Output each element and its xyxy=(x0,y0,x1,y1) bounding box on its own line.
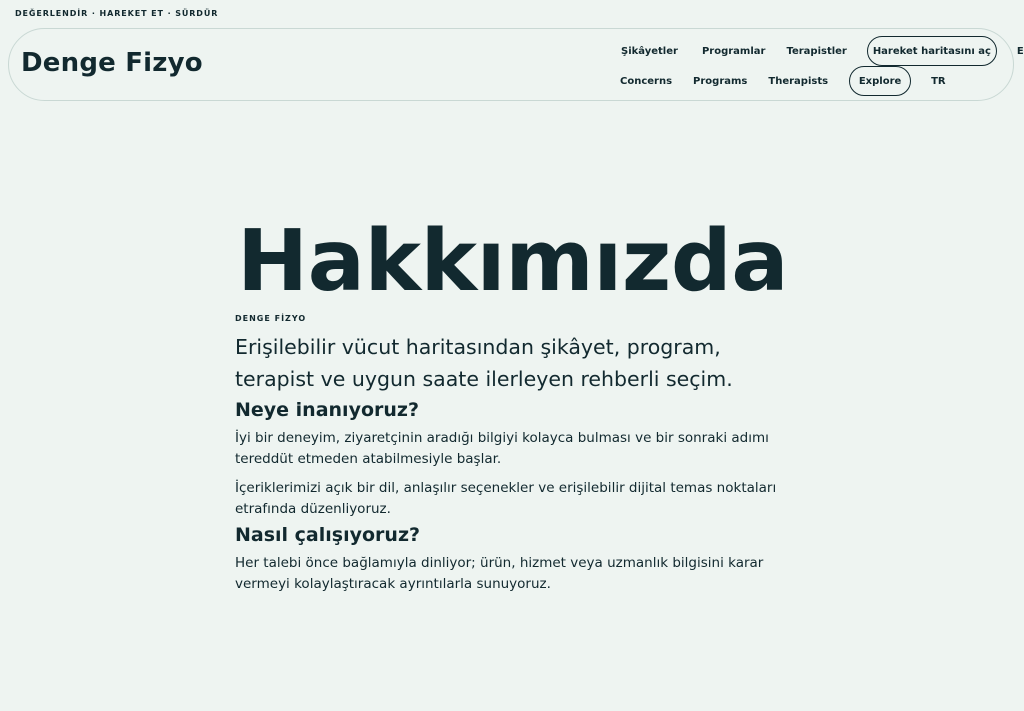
section-paragraph: Her talebi önce bağlamıyla dinliyor; ürü… xyxy=(235,555,764,592)
nav-link-therapists[interactable]: Therapists xyxy=(768,76,828,87)
nav-link-programlar[interactable]: Programlar xyxy=(702,46,766,57)
brand-logo[interactable]: Denge Fizyo xyxy=(21,48,203,78)
section-how-we-work: Nasıl çalışıyoruz? Her talebi önce bağla… xyxy=(235,521,795,595)
language-switch-tr[interactable]: TR xyxy=(931,76,946,87)
nav-link-terapistler[interactable]: Terapistler xyxy=(786,46,846,57)
section-paragraph: İçeriklerimizi açık bir dil, anlaşılır s… xyxy=(235,480,777,517)
tagline: DEĞERLENDİR · HAREKET ET · SÜRDÜR xyxy=(15,9,219,18)
nav-english: Concerns Programs Therapists Explore TR xyxy=(620,65,946,97)
nav-link-concerns[interactable]: Concerns xyxy=(620,76,672,87)
nav-link-sikayetler[interactable]: Şikâyetler xyxy=(621,46,678,57)
section-paragraph: İyi bir deneyim, ziyaretçinin aradığı bi… xyxy=(235,430,769,467)
language-switch-en[interactable]: EN xyxy=(1017,46,1024,57)
main-content: Hakkımızda DENGE FİZYO Erişilebilir vücu… xyxy=(235,214,795,595)
lead-text: Erişilebilir vücut haritasından şikâyet,… xyxy=(235,335,733,391)
open-movement-map-button[interactable]: Hareket haritasını aç xyxy=(866,36,997,66)
site-header: Denge Fizyo Şikâyetler Programlar Terapi… xyxy=(8,28,1024,101)
section-heading: Neye inanıyoruz? xyxy=(235,399,419,421)
page-title: Hakkımızda xyxy=(237,212,789,311)
nav-link-programs[interactable]: Programs xyxy=(693,76,747,87)
explore-button[interactable]: Explore xyxy=(849,66,912,96)
section-beliefs: Neye inanıyoruz? İyi bir deneyim, ziyare… xyxy=(235,396,795,520)
eyebrow-label: DENGE FİZYO xyxy=(235,314,307,323)
section-heading: Nasıl çalışıyoruz? xyxy=(235,524,421,546)
nav-turkish: Şikâyetler Programlar Terapistler Hareke… xyxy=(621,35,1024,67)
